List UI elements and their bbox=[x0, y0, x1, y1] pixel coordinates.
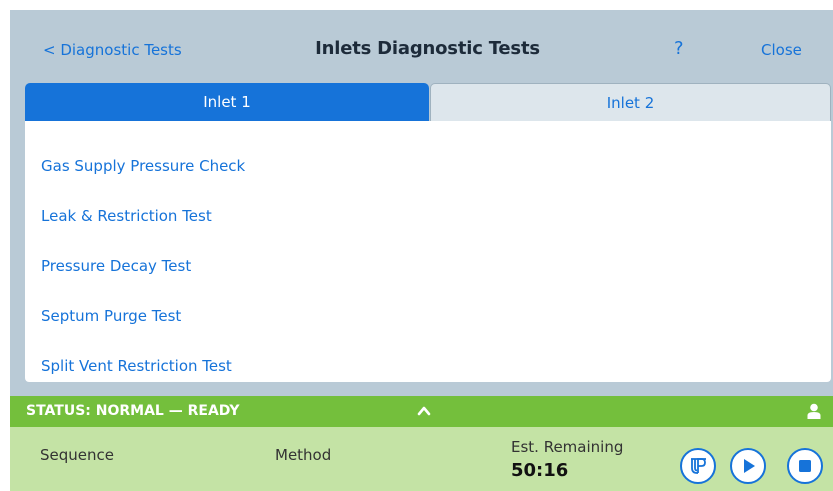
user-icon[interactable] bbox=[807, 403, 821, 419]
tab-inlet-2[interactable]: Inlet 2 bbox=[430, 83, 831, 121]
run-info-bar: Sequence Method Est. Remaining 50:16 bbox=[10, 427, 833, 491]
close-button[interactable]: Close bbox=[761, 41, 802, 59]
status-text: STATUS: NORMAL — READY bbox=[26, 403, 240, 419]
chevron-up-icon[interactable] bbox=[416, 403, 432, 419]
prep-run-icon bbox=[691, 458, 706, 474]
prep-run-button[interactable] bbox=[680, 448, 716, 484]
play-button[interactable] bbox=[730, 448, 766, 484]
test-leak-restriction[interactable]: Leak & Restriction Test bbox=[41, 207, 212, 225]
help-button[interactable]: ? bbox=[674, 38, 684, 59]
test-gas-supply-pressure-check[interactable]: Gas Supply Pressure Check bbox=[41, 157, 245, 175]
test-pressure-decay[interactable]: Pressure Decay Test bbox=[41, 257, 191, 275]
sequence-label: Sequence bbox=[40, 446, 114, 464]
est-remaining-value: 50:16 bbox=[511, 460, 569, 481]
test-list: Gas Supply Pressure Check Leak & Restric… bbox=[25, 121, 831, 382]
tab-inlet-1[interactable]: Inlet 1 bbox=[25, 83, 429, 121]
header: < Diagnostic Tests Inlets Diagnostic Tes… bbox=[10, 10, 833, 80]
stop-icon bbox=[799, 460, 811, 472]
screen: < Diagnostic Tests Inlets Diagnostic Tes… bbox=[10, 10, 833, 491]
inlet-tabs: Inlet 1 Inlet 2 bbox=[25, 83, 831, 122]
play-icon bbox=[744, 459, 755, 473]
method-label: Method bbox=[275, 446, 332, 464]
test-septum-purge[interactable]: Septum Purge Test bbox=[41, 307, 181, 325]
page-title: Inlets Diagnostic Tests bbox=[315, 38, 540, 59]
est-remaining-label: Est. Remaining bbox=[511, 438, 624, 456]
stop-button[interactable] bbox=[787, 448, 823, 484]
status-bar: STATUS: NORMAL — READY bbox=[10, 396, 833, 427]
test-split-vent-restriction[interactable]: Split Vent Restriction Test bbox=[41, 357, 232, 375]
